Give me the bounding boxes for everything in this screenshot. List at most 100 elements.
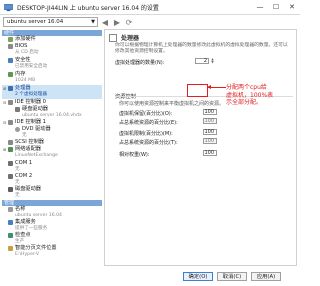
tree-item-sub: ubuntu server 16.04.vhdx [22,113,82,118]
tree-item-sub: 无 [15,167,20,172]
dialog-button-bar: 确定(O) 取消(C) 应用(A) [0,268,300,286]
network-adapter-icon [8,147,13,152]
annotation-line: 示全部分配。 [226,99,263,106]
processor-settings-panel: 处理器 你可以根据物理计算机上处理器的数量修改此虚拟机的虚拟处理器的数量。还可以… [104,29,297,266]
settings-tree: 硬件 添加硬件 BIOS 从 CD 启动 安全性 已禁用安全启动 内存 1024… [2,29,102,269]
tree-item-ide-controller-1[interactable]: ⊟ IDE 控制器 1 [2,119,102,126]
collapse-toggle-icon[interactable]: ⊟ [3,99,6,106]
vm-limit-label: 虚拟机限制(百分比)(M): [119,131,173,137]
dvd-drive-icon [15,127,20,132]
vm-reserve-input[interactable]: 100 [203,109,217,115]
tree-item-processor[interactable]: ⊞ 处理器 2 个虚拟处理器 [2,85,102,99]
vcpu-count-label: 虚拟处理器的数量(N): [115,60,165,66]
relative-weight-label: 相对权重(W): [119,152,150,158]
serial-port-icon [8,174,13,179]
vm-selector-dropdown[interactable]: ubuntu server 16.04 ▼ [3,17,98,27]
diskette-icon [8,187,13,192]
ok-button[interactable]: 确定(O) [183,272,213,281]
resource-control-description: 你可以使用资源控制来平衡虚拟机之间的资源。 [119,101,225,107]
annotation-line: 分配两个cpu给 [226,84,267,91]
close-button[interactable]: ✕ [284,0,300,14]
serial-port-icon [8,161,13,166]
vm-reserve-label: 虚拟机保留(百分比)(O): [119,111,173,117]
tree-item-com-1[interactable]: COM 1 无 [2,160,102,173]
tree-item-name[interactable]: 名称 ubuntu server 16.04 [2,206,102,219]
ide-controller-icon [8,120,13,125]
processor-icon [109,33,117,42]
limit-total-percent-value: 100 [203,138,217,144]
tree-item-smart-paging[interactable]: 智能分页文件位置 E:\Hyper-V [2,245,102,258]
tree-item-sub: 从 CD 启动 [15,50,39,55]
expand-toggle-icon[interactable]: ⊞ [3,85,6,92]
add-hardware-icon [8,37,13,42]
collapse-toggle-icon[interactable]: ⊟ [3,119,6,126]
reserve-total-percent-label: 占总系统资源的百分比(E): [119,120,178,126]
annotation-arrow-line [208,87,226,88]
tree-item-memory[interactable]: 内存 1024 MB [2,71,102,85]
forward-arrow-icon[interactable]: ▶ [112,17,122,27]
tree-item-label: IDE 控制器 0 [15,99,46,105]
processor-header-label: 处理器 [121,35,140,42]
tree-item-sub: LinuxNetExchange [15,153,58,158]
vm-limit-input[interactable]: 100 [203,129,217,135]
tree-item-sub: 2 个虚拟处理器 [15,92,47,97]
hard-drive-icon [15,107,20,112]
vm-selector-value: ubuntu server 16.04 [7,19,64,25]
tree-item-label: IDE 控制器 1 [15,119,46,125]
tree-item-sub: 无 [22,133,27,138]
tree-item-network-adapter[interactable]: ⊞ 网络适配器 LinuxNetExchange [2,146,102,160]
tree-item-label: SCSI 控制器 [15,139,44,145]
chevron-down-icon: ▼ [91,19,95,25]
apply-button[interactable]: 应用(A) [251,272,281,281]
tree-item-checkpoints[interactable]: 检查点 生产 [2,232,102,245]
settings-app-icon [4,3,13,11]
tree-item-integration-services[interactable]: 集成服务 提供了一些服务 [2,219,102,232]
reserve-total-percent-value: 100 [203,118,217,124]
tree-item-security[interactable]: 安全性 已禁用安全启动 [2,57,102,71]
maximize-button[interactable]: ☐ [268,0,284,14]
spin-arrows-icon[interactable]: ▲ ▼ [210,58,215,64]
window-title: DESKTOP-JI44LIN 上 ubuntu server 16.04 的设… [17,4,159,12]
folder-icon [8,246,13,251]
tree-item-hard-drive[interactable]: 硬盘驱动器 ubuntu server 16.04.vhdx [2,106,102,119]
tree-item-bios[interactable]: BIOS 从 CD 启动 [2,43,102,57]
ide-controller-icon [8,100,13,105]
tree-item-sub: 1024 MB [15,78,36,83]
tree-item-sub: 已禁用安全启动 [15,64,48,69]
annotation-highlight-box [187,84,208,97]
tree-item-com-2[interactable]: COM 2 无 [2,173,102,186]
limit-total-percent-label: 占总系统资源的百分比(T): [119,140,178,146]
tree-item-sub: ubuntu server 16.04 [15,213,62,218]
tree-item-label: 添加硬件 [15,36,36,42]
tree-item-dvd-drive[interactable]: DVD 驱动器 无 [2,126,102,139]
memory-icon [8,72,13,77]
annotation-text: 分配两个cpu给 虚拟机，100%表 示全部分配。 [226,84,286,107]
shield-icon [8,58,13,63]
relative-weight-input[interactable]: 100 [203,150,217,156]
scsi-controller-icon [8,140,13,145]
processor-header: 处理器 [109,33,139,42]
annotation-line: 虚拟机，100%表 [226,91,274,99]
tree-item-sub: 无 [15,193,20,198]
tree-item-scsi-controller[interactable]: SCSI 控制器 [2,139,102,146]
tree-item-add-hardware[interactable]: 添加硬件 [2,36,102,43]
cancel-button[interactable]: 取消(C) [217,272,247,281]
tree-item-diskette-drive[interactable]: 磁盘驱动器 无 [2,186,102,199]
tree-item-ide-controller-0[interactable]: ⊟ IDE 控制器 0 [2,99,102,106]
bios-chip-icon [8,44,13,49]
tree-item-sub: 生产 [15,239,25,244]
checkpoint-icon [8,233,13,238]
name-tag-icon [8,207,13,212]
vcpu-count-input[interactable]: 2 [195,58,209,64]
back-arrow-icon[interactable]: ◀ [100,17,110,27]
processor-description: 你可以根据物理计算机上处理器的数量修改此虚拟机的虚拟处理器的数量。还可以修改其他… [115,43,288,54]
tree-item-sub: E:\Hyper-V [15,252,40,257]
tree-item-sub: 提供了一些服务 [15,226,48,231]
processor-icon [8,86,13,91]
refresh-icon[interactable]: ⟳ [124,17,134,27]
expand-toggle-icon[interactable]: ⊞ [3,146,6,153]
title-bar: DESKTOP-JI44LIN 上 ubuntu server 16.04 的设… [0,0,300,15]
tree-item-sub: 无 [15,180,20,185]
integration-services-icon [8,220,13,225]
minimize-button[interactable]: — [252,0,268,14]
